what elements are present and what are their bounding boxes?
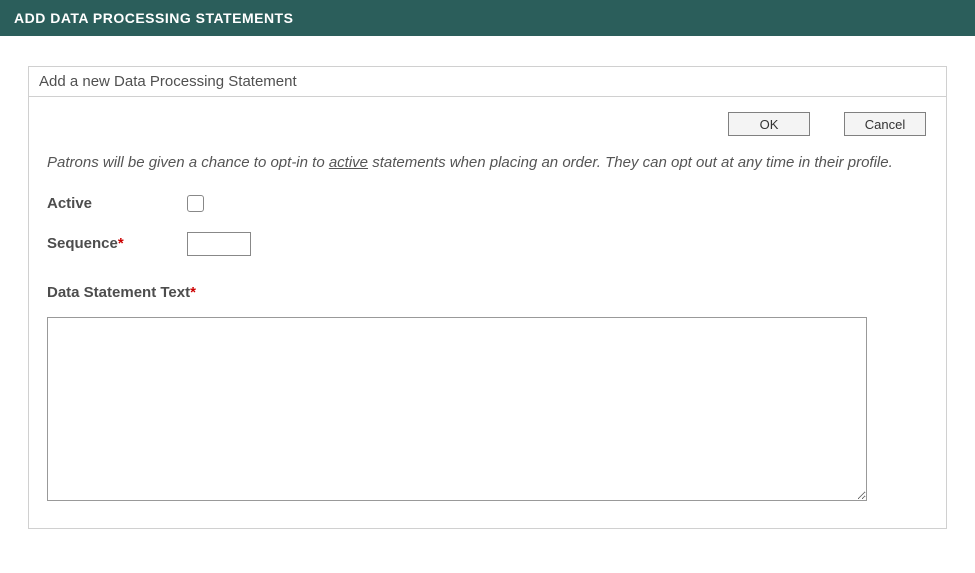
panel-title: Add a new Data Processing Statement <box>29 67 946 97</box>
hint-underlined: active <box>329 154 368 171</box>
sequence-label: Sequence* <box>47 235 187 252</box>
required-marker: * <box>190 284 196 301</box>
active-label: Active <box>47 195 187 212</box>
statement-label: Data Statement Text* <box>47 284 928 301</box>
content-wrap: Add a new Data Processing Statement OK C… <box>0 36 975 549</box>
form-panel: Add a new Data Processing Statement OK C… <box>28 66 947 529</box>
active-checkbox[interactable] <box>187 195 204 212</box>
statement-textarea[interactable] <box>47 317 867 501</box>
ok-button[interactable]: OK <box>728 112 810 136</box>
required-marker: * <box>118 235 124 252</box>
hint-pre: Patrons will be given a chance to opt-in… <box>47 154 329 171</box>
active-row: Active <box>47 195 928 212</box>
hint-text: Patrons will be given a chance to opt-in… <box>47 152 928 175</box>
page-title: ADD DATA PROCESSING STATEMENTS <box>14 10 293 26</box>
button-row: OK Cancel <box>47 112 928 136</box>
sequence-input[interactable] <box>187 232 251 256</box>
panel-body: OK Cancel Patrons will be given a chance… <box>29 97 946 528</box>
sequence-row: Sequence* <box>47 232 928 256</box>
hint-post: statements when placing an order. They c… <box>368 154 893 171</box>
cancel-button[interactable]: Cancel <box>844 112 926 136</box>
page-header: ADD DATA PROCESSING STATEMENTS <box>0 0 975 36</box>
